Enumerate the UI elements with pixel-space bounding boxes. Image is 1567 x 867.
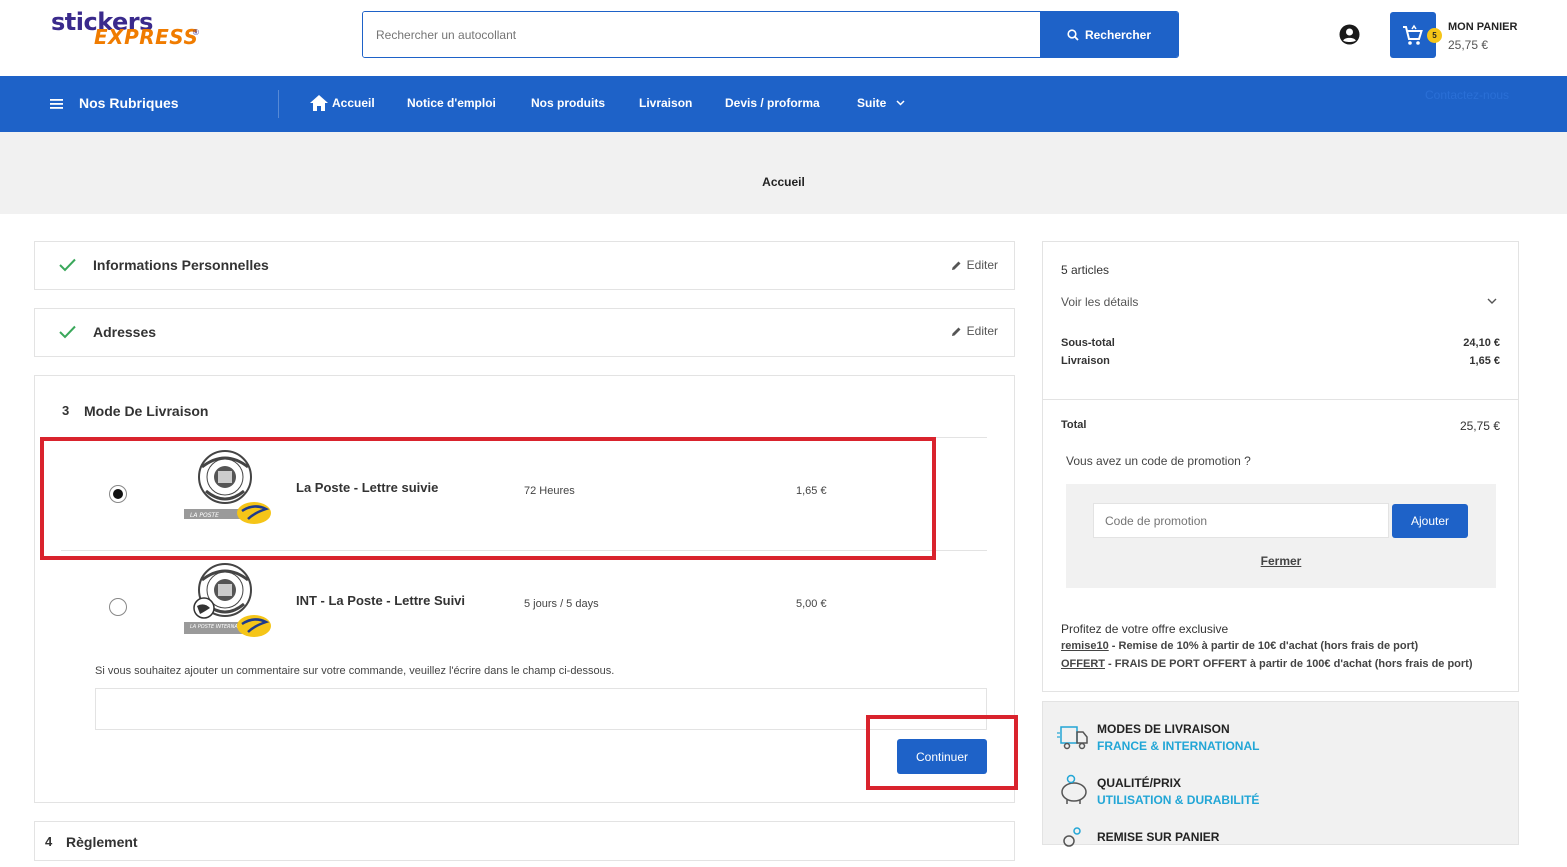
checkout-step-payment[interactable]: 4 Règlement xyxy=(34,821,1015,861)
breadcrumb-item-accueil[interactable]: Accueil xyxy=(0,175,1567,189)
discount-icon xyxy=(1063,827,1081,847)
step-title: Informations Personnelles xyxy=(93,257,269,273)
cart-count-badge: 5 xyxy=(1427,28,1442,43)
subtotal-label: Sous-total xyxy=(1061,337,1115,349)
offer-text: - Remise de 10% à partir de 10€ d'achat … xyxy=(1108,640,1419,652)
home-icon[interactable] xyxy=(310,95,328,111)
la-poste-international-logo-icon: LA POSTE INTERNATIONAL xyxy=(184,563,271,637)
menu-icon[interactable] xyxy=(50,99,63,109)
delivery-option-name: INT - La Poste - Lettre Suivi xyxy=(296,593,466,608)
nav-item-livraison[interactable]: Livraison xyxy=(639,96,692,110)
edit-personal-info-button[interactable]: Editer xyxy=(951,258,998,272)
nav-item-devis[interactable]: Devis / proforma xyxy=(725,96,820,110)
chevron-down-icon[interactable] xyxy=(1487,298,1497,304)
shipping-label: Livraison xyxy=(1061,355,1110,367)
offer-code[interactable]: OFFERT xyxy=(1061,658,1105,670)
breadcrumb: Accueil xyxy=(0,132,1567,214)
nav-item-accueil[interactable]: Accueil xyxy=(332,96,375,110)
comment-label: Si vous souhaitez ajouter un commentaire… xyxy=(95,665,615,677)
summary-article-count: 5 articles xyxy=(1061,263,1110,277)
truck-icon xyxy=(1057,726,1088,750)
reassurance-item-delivery: MODES DE LIVRAISON FRANCE & INTERNATIONA… xyxy=(1057,719,1497,759)
reassurance-subtitle: UTILISATION & DURABILITÉ xyxy=(1097,793,1260,807)
check-icon xyxy=(59,258,76,272)
shipping-value: 1,65 € xyxy=(1469,355,1500,367)
nav-divider xyxy=(278,90,279,118)
edit-addresses-button[interactable]: Editer xyxy=(951,324,998,338)
highlight-annotation xyxy=(866,715,1018,790)
promo-add-button[interactable]: Ajouter xyxy=(1392,504,1468,538)
search-button-label: Rechercher xyxy=(1084,27,1152,42)
edit-label: Editer xyxy=(966,258,998,272)
step-number: 3 xyxy=(62,403,70,418)
promo-close-link[interactable]: Fermer xyxy=(1066,554,1496,568)
promo-code-panel: Ajouter Fermer xyxy=(1066,484,1496,588)
total-value: 25,75 € xyxy=(1459,419,1500,433)
user-account-icon[interactable] xyxy=(1339,24,1360,45)
nav-item-suite[interactable]: Suite xyxy=(857,96,886,110)
subtotal-value: 24,10 € xyxy=(1463,337,1500,349)
nav-categories-toggle[interactable]: Nos Rubriques xyxy=(79,95,179,111)
nav-contact-link[interactable]: Contactez-nous xyxy=(1425,88,1509,102)
reassurance-item-discount: REMISE SUR PANIER xyxy=(1057,827,1497,867)
reassurance-item-quality: QUALITÉ/PRIX UTILISATION & DURABILITÉ xyxy=(1057,773,1497,813)
search-icon xyxy=(1067,28,1079,41)
delivery-option-price: 5,00 € xyxy=(796,598,827,610)
offer-title: Profitez de votre offre exclusive xyxy=(1061,622,1229,636)
site-header: stickers EXPRESS ® Rechercher 5 MON PANI… xyxy=(0,0,1567,76)
offer-line: remise10 - Remise de 10% à partir de 10€… xyxy=(1061,640,1418,652)
search-button[interactable]: Rechercher xyxy=(1040,12,1178,57)
cart-total: 25,75 € xyxy=(1448,38,1489,52)
delivery-radio-unselected[interactable] xyxy=(109,598,127,616)
pencil-icon xyxy=(951,261,961,270)
summary-divider xyxy=(1043,399,1518,400)
promo-question[interactable]: Vous avez un code de promotion ? xyxy=(1066,454,1251,468)
check-icon xyxy=(59,325,76,339)
piggy-bank-icon xyxy=(1061,774,1087,804)
checkout-step-addresses[interactable]: Adresses Editer xyxy=(34,308,1015,357)
site-logo[interactable]: stickers EXPRESS ® xyxy=(50,8,210,49)
comment-textarea[interactable] xyxy=(95,688,987,730)
step-number: 4 xyxy=(45,834,53,849)
delivery-option-lettre-suivi-int[interactable]: LA POSTE INTERNATIONAL INT - La Poste - … xyxy=(61,550,987,655)
total-label: Total xyxy=(1061,419,1087,431)
highlight-annotation xyxy=(40,437,936,560)
reassurance-title: REMISE SUR PANIER xyxy=(1097,830,1220,844)
delivery-option-delay: 5 jours / 5 days xyxy=(524,598,599,610)
logo-text-bottom: EXPRESS xyxy=(94,25,199,49)
reassurance-block: MODES DE LIVRAISON FRANCE & INTERNATIONA… xyxy=(1042,701,1519,847)
offer-code[interactable]: remise10 xyxy=(1061,640,1109,652)
chevron-down-icon xyxy=(896,100,905,106)
nav-item-produits[interactable]: Nos produits xyxy=(531,96,605,110)
promo-code-input[interactable] xyxy=(1093,503,1389,538)
cart-title[interactable]: MON PANIER xyxy=(1448,21,1517,33)
edit-label: Editer xyxy=(966,324,998,338)
show-details-toggle[interactable]: Voir les détails xyxy=(1061,295,1138,309)
step-title: Règlement xyxy=(66,834,138,850)
offer-line: OFFERT - FRAIS DE PORT OFFERT à partir d… xyxy=(1061,658,1473,670)
step-title: Adresses xyxy=(93,324,157,340)
checkout-step-personal-info[interactable]: Informations Personnelles Editer xyxy=(34,241,1015,290)
offer-text: - FRAIS DE PORT OFFERT à partir de 100€ … xyxy=(1105,658,1473,670)
nav-item-notice[interactable]: Notice d'emploi xyxy=(407,96,496,110)
pencil-icon xyxy=(951,327,961,336)
search-input[interactable] xyxy=(363,12,1040,57)
reassurance-title: QUALITÉ/PRIX xyxy=(1097,776,1182,790)
main-navigation: Nos Rubriques Accueil Notice d'emploi No… xyxy=(0,76,1567,132)
reassurance-subtitle: FRANCE & INTERNATIONAL xyxy=(1097,739,1260,753)
reassurance-title: MODES DE LIVRAISON xyxy=(1097,722,1230,736)
step-title: Mode De Livraison xyxy=(84,403,209,419)
order-summary: 5 articles Voir les détails Sous-total 2… xyxy=(1042,241,1519,692)
logo-registered-mark: ® xyxy=(193,28,199,37)
search-bar: Rechercher xyxy=(362,11,1179,58)
